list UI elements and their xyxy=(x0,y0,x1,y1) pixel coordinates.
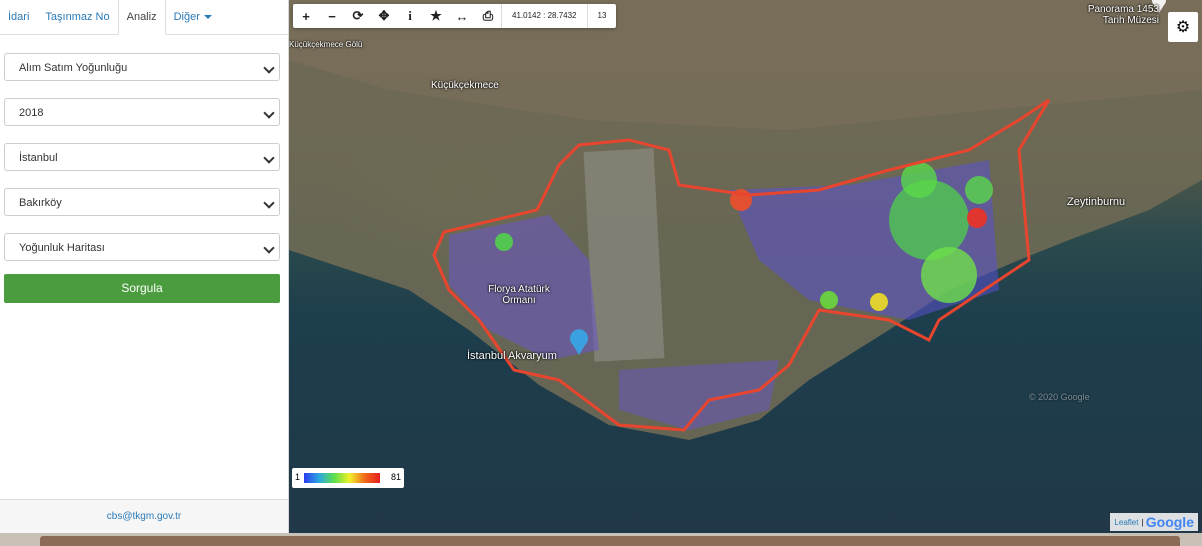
map-attribution: Leaflet | Google xyxy=(1110,513,1198,531)
map-watermark: © 2020 Google xyxy=(1029,392,1090,402)
label-akvaryum: İstanbul Akvaryum xyxy=(467,350,557,362)
bottom-strip xyxy=(0,533,1202,546)
analysis-type-select[interactable]: Alım Satım Yoğunluğu xyxy=(4,53,280,81)
year-value: 2018 xyxy=(19,107,44,119)
zoom-level-readout: 13 xyxy=(586,4,617,28)
chevron-down-icon xyxy=(263,62,275,74)
leaflet-link[interactable]: Leaflet xyxy=(1114,518,1138,527)
label-kucukcekmece: Küçükçekmece xyxy=(431,80,499,91)
crosshair-icon: ✥ xyxy=(378,8,390,23)
coordinates-readout: 41.0142 : 28.7432 xyxy=(501,4,587,28)
zoom-out-button[interactable]: − xyxy=(319,4,345,28)
label-zeytinburnu: Zeytinburnu xyxy=(1067,196,1126,208)
density-legend: 1 81 xyxy=(292,468,404,488)
map-toolbar: + − ⟳ ✥ i ★ ↔ ⎙ 41.0142 : 28.7432 13 xyxy=(293,4,617,28)
plus-icon: + xyxy=(302,8,310,24)
refresh-icon: ⟳ xyxy=(352,8,364,23)
label-golu: Küçükçekmece Gölü xyxy=(289,40,363,49)
settings-button[interactable]: ⚙ xyxy=(1168,12,1198,42)
province-select[interactable]: İstanbul xyxy=(4,143,280,171)
tab-analiz[interactable]: Analiz xyxy=(117,0,166,35)
year-select[interactable]: 2018 xyxy=(4,98,280,126)
legend-gradient xyxy=(304,473,380,483)
info-button[interactable]: i xyxy=(397,4,423,28)
locate-button[interactable]: ✥ xyxy=(371,4,397,28)
heat-spot xyxy=(967,208,987,228)
printer-icon: ⎙ xyxy=(482,8,494,23)
heat-spot xyxy=(495,233,513,251)
star-icon: ★ xyxy=(430,8,442,23)
legend-max: 81 xyxy=(390,472,401,482)
heat-spot xyxy=(901,162,937,198)
contact-email-link[interactable]: cbs@tkgm.gov.tr xyxy=(0,499,288,533)
map-view[interactable]: Küçükçekmece Florya Atatürk Ormanı İstan… xyxy=(289,0,1202,533)
google-logo: Google xyxy=(1145,514,1194,530)
tab-idari[interactable]: İdari xyxy=(0,0,37,34)
bottom-strip-inner xyxy=(40,536,1180,546)
label-florya: Florya Atatürk Ormanı xyxy=(488,284,550,306)
province-value: İstanbul xyxy=(19,152,58,164)
tab-diger[interactable]: Diğer xyxy=(166,0,220,34)
print-button[interactable]: ⎙ xyxy=(475,4,501,28)
legend-min: 1 xyxy=(295,472,301,482)
chevron-down-icon xyxy=(263,242,275,254)
district-select[interactable]: Bakırköy xyxy=(4,188,280,216)
analysis-form: Alım Satım Yoğunluğu 2018 İstanbul Bakır… xyxy=(0,53,288,303)
display-type-value: Yoğunluk Haritası xyxy=(19,242,105,254)
tab-bar: İdari Taşınmaz No Analiz Diğer xyxy=(0,0,288,35)
analysis-type-value: Alım Satım Yoğunluğu xyxy=(19,62,128,74)
favorite-button[interactable]: ★ xyxy=(423,4,449,28)
minus-icon: − xyxy=(328,8,336,24)
label-panorama: Panorama 1453 Tarih Müzesi xyxy=(1087,4,1159,26)
heat-spot xyxy=(870,293,888,311)
display-type-select[interactable]: Yoğunluk Haritası xyxy=(4,233,280,261)
heat-spot xyxy=(965,176,993,204)
chevron-down-icon xyxy=(263,152,275,164)
heat-spot xyxy=(921,247,977,303)
zoom-in-button[interactable]: + xyxy=(293,4,319,28)
gear-icon: ⚙ xyxy=(1175,19,1191,36)
map-layer xyxy=(289,0,1202,440)
sidebar-panel: İdari Taşınmaz No Analiz Diğer Alım Satı… xyxy=(0,0,289,533)
measure-button[interactable]: ↔ xyxy=(449,4,475,28)
refresh-button[interactable]: ⟳ xyxy=(345,4,371,28)
query-button[interactable]: Sorgula xyxy=(4,274,280,303)
district-value: Bakırköy xyxy=(19,197,62,209)
tab-tasinmaz-no[interactable]: Taşınmaz No xyxy=(37,0,117,34)
caret-down-icon xyxy=(203,15,212,20)
heat-spot xyxy=(820,291,838,309)
tab-diger-label: Diğer xyxy=(173,11,200,23)
info-icon: i xyxy=(408,8,412,23)
chevron-down-icon xyxy=(263,107,275,119)
measure-icon: ↔ xyxy=(455,8,469,24)
chevron-down-icon xyxy=(263,197,275,209)
